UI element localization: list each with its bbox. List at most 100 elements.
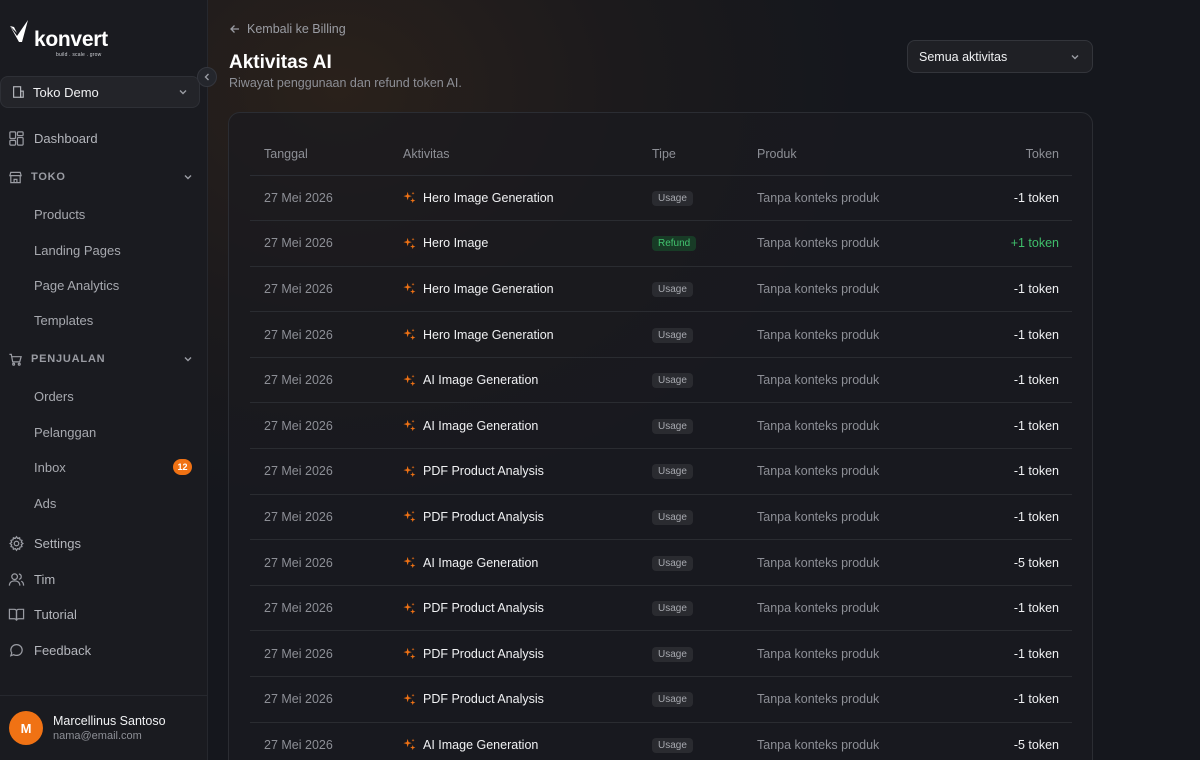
table-row: 27 Mei 2026 PDF Product Analysis Usage T… xyxy=(250,630,1072,678)
type-badge: Usage xyxy=(652,509,693,525)
cell-type: Usage xyxy=(638,311,743,358)
sidebar-section-penjualan[interactable]: PENJUALAN xyxy=(8,349,194,369)
sidebar-item-label: Products xyxy=(34,206,86,222)
users-icon xyxy=(8,572,25,586)
cell-activity: PDF Product Analysis xyxy=(389,630,638,678)
activity-name: PDF Product Analysis xyxy=(423,509,544,524)
activity-name: PDF Product Analysis xyxy=(423,464,544,479)
back-link-label: Kembali ke Billing xyxy=(247,22,346,36)
table-row: 27 Mei 2026 PDF Product Analysis Usage T… xyxy=(250,585,1072,632)
sidebar-item-page-analytics[interactable]: Page Analytics xyxy=(34,275,192,295)
sidebar-item-ads[interactable]: Ads xyxy=(34,493,192,513)
table-row: 27 Mei 2026 Hero Image Generation Usage … xyxy=(250,266,1072,313)
avatar: M xyxy=(9,711,43,745)
activity-filter-select[interactable]: Semua aktivitas xyxy=(907,40,1093,73)
cell-token: -1 token xyxy=(933,402,1072,450)
type-badge: Refund xyxy=(652,236,697,252)
chevron-down-icon xyxy=(179,90,187,95)
type-badge: Usage xyxy=(652,418,693,434)
cell-token: +1 token xyxy=(933,220,1072,267)
user-profile[interactable]: M Marcellinus Santoso nama@email.com xyxy=(0,695,208,760)
sidebar-item-label: Page Analytics xyxy=(34,277,120,293)
cell-date: 27 Mei 2026 xyxy=(250,220,389,267)
cell-type: Usage xyxy=(638,448,743,495)
sidebar-item-label: Feedback xyxy=(34,642,92,658)
activity-name: PDF Product Analysis xyxy=(423,692,544,707)
chevron-down-icon xyxy=(184,175,192,180)
cell-token: -1 token xyxy=(933,585,1072,632)
sidebar-item-products[interactable]: Products xyxy=(34,204,192,224)
type-badge: Usage xyxy=(652,737,693,753)
user-email: nama@email.com xyxy=(53,730,142,742)
cell-activity: PDF Product Analysis xyxy=(389,494,638,541)
sidebar-item-inbox[interactable]: Inbox 12 xyxy=(34,457,192,477)
sidebar-item-dashboard[interactable]: Dashboard xyxy=(8,127,198,149)
cell-date: 27 Mei 2026 xyxy=(250,630,389,678)
cell-product: Tanpa konteks produk xyxy=(743,311,933,358)
sidebar-item-label: Tim xyxy=(34,571,56,587)
sidebar-section-toko[interactable]: TOKO xyxy=(8,167,194,187)
store-selector-label: Toko Demo xyxy=(33,84,99,100)
cell-activity: AI Image Generation xyxy=(389,357,638,404)
sidebar-item-orders[interactable]: Orders xyxy=(34,386,192,406)
activity-name: Hero Image Generation xyxy=(423,281,554,296)
activity-name: PDF Product Analysis xyxy=(423,601,544,616)
cell-date: 27 Mei 2026 xyxy=(250,402,389,450)
cell-product: Tanpa konteks produk xyxy=(743,357,933,404)
sparkle-icon xyxy=(403,283,416,295)
sidebar-item-tim[interactable]: Tim xyxy=(8,568,198,590)
sidebar-item-label: Tutorial xyxy=(34,606,77,622)
sidebar-item-landing-pages[interactable]: Landing Pages xyxy=(34,240,192,260)
cell-product: Tanpa konteks produk xyxy=(743,494,933,541)
cell-type: Usage xyxy=(638,676,743,723)
collapse-sidebar-button[interactable] xyxy=(197,67,217,87)
activity-name: AI Image Generation xyxy=(423,418,539,433)
cell-token: -1 token xyxy=(933,630,1072,678)
section-label: PENJUALAN xyxy=(31,353,106,365)
sidebar-item-label: Ads xyxy=(34,495,57,511)
main-content: Kembali ke Billing Aktivitas AI Riwayat … xyxy=(208,0,1200,760)
cell-product: Tanpa konteks produk xyxy=(743,448,933,495)
sparkle-icon xyxy=(403,465,416,478)
table-row: 27 Mei 2026 PDF Product Analysis Usage T… xyxy=(250,494,1072,541)
cell-product: Tanpa konteks produk xyxy=(743,402,933,450)
sparkle-icon xyxy=(403,602,416,614)
type-badge: Usage xyxy=(652,281,693,297)
column-header-tipe: Tipe xyxy=(638,133,743,176)
sidebar-item-tutorial[interactable]: Tutorial xyxy=(8,603,198,625)
sidebar-item-feedback[interactable]: Feedback xyxy=(8,639,198,661)
column-header-aktivitas: Aktivitas xyxy=(389,133,638,176)
cell-type: Usage xyxy=(638,539,743,586)
type-badge: Usage xyxy=(652,190,693,206)
table-row: 27 Mei 2026 Hero Image Refund Tanpa kont… xyxy=(250,220,1072,267)
cell-token: -1 token xyxy=(933,494,1072,541)
sidebar-item-pelanggan[interactable]: Pelanggan xyxy=(34,422,192,442)
sidebar-item-label: Landing Pages xyxy=(34,242,121,258)
sparkle-icon xyxy=(403,192,416,204)
chevron-down-icon xyxy=(184,357,192,362)
activity-name: Hero Image Generation xyxy=(423,327,554,342)
sidebar-item-label: Inbox xyxy=(34,459,66,475)
arrow-left-icon xyxy=(230,25,239,33)
activity-name: PDF Product Analysis xyxy=(423,646,544,661)
column-header-tanggal: Tanggal xyxy=(250,133,389,176)
store-selector[interactable]: Toko Demo xyxy=(0,76,200,108)
sparkle-icon xyxy=(403,693,416,705)
logo-text: konvert xyxy=(34,28,108,51)
cell-date: 27 Mei 2026 xyxy=(250,448,389,495)
activity-name: Hero Image xyxy=(423,236,489,251)
sidebar-item-templates[interactable]: Templates xyxy=(34,310,192,330)
cell-product: Tanpa konteks produk xyxy=(743,585,933,632)
table-row: 27 Mei 2026 AI Image Generation Usage Ta… xyxy=(250,357,1072,404)
cell-type: Usage xyxy=(638,357,743,404)
konvert-logo-icon xyxy=(10,20,28,42)
sidebar-item-settings[interactable]: Settings xyxy=(8,532,198,554)
back-to-billing-link[interactable]: Kembali ke Billing xyxy=(229,22,346,36)
table-row: 27 Mei 2026 AI Image Generation Usage Ta… xyxy=(250,402,1072,450)
cell-date: 27 Mei 2026 xyxy=(250,311,389,358)
sidebar: konvert build . scale . grow Toko Demo D… xyxy=(0,0,208,760)
inbox-count-badge: 12 xyxy=(173,459,192,475)
brand-logo[interactable]: konvert build . scale . grow xyxy=(8,18,108,58)
activity-table-card: Tanggal Aktivitas Tipe Produk Token 27 M… xyxy=(228,112,1093,760)
cell-activity: AI Image Generation xyxy=(389,539,638,586)
